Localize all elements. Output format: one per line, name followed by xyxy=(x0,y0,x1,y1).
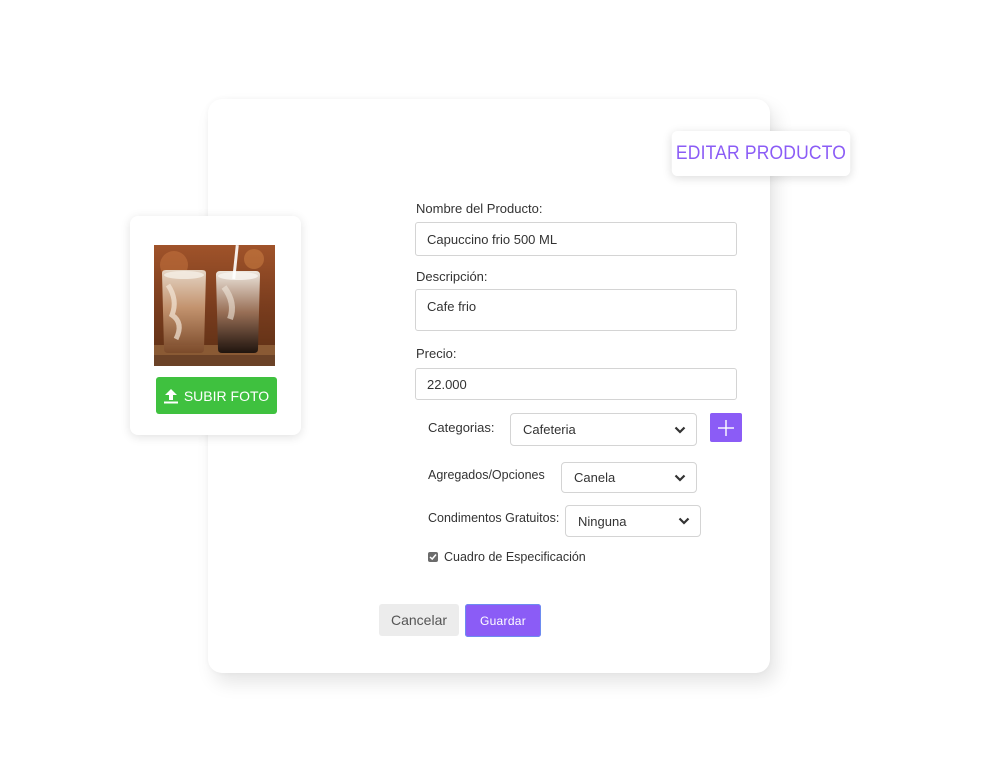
upload-arrow-icon xyxy=(163,388,178,403)
description-text: Cafe frio xyxy=(427,299,477,314)
spec-box-label: Cuadro de Especificación xyxy=(444,550,586,564)
chevron-down-icon xyxy=(674,426,686,434)
condiments-selected: Ninguna xyxy=(578,513,627,529)
description-label: Descripción: xyxy=(416,269,488,284)
save-label: Guardar xyxy=(479,613,527,628)
spec-box-row[interactable]: Cuadro de Especificación xyxy=(428,550,586,564)
upload-photo-label: SUBIR FOTO xyxy=(183,387,270,404)
product-name-input[interactable] xyxy=(415,222,737,256)
description-textarea[interactable]: Cafe frio xyxy=(415,289,737,331)
categories-label: Categorias: xyxy=(428,420,495,435)
addons-select[interactable]: Canela xyxy=(561,462,697,493)
cancel-label: Cancelar xyxy=(390,612,448,628)
categories-selected: Cafeteria xyxy=(523,422,576,437)
add-category-button[interactable] xyxy=(710,413,742,442)
chevron-down-icon xyxy=(674,474,686,482)
chevron-down-icon xyxy=(678,517,690,525)
plus-icon xyxy=(718,419,734,436)
product-photo-image xyxy=(154,245,275,366)
condiments-select[interactable]: Ninguna xyxy=(565,505,701,537)
price-label: Precio: xyxy=(416,346,457,361)
spec-box-checkbox[interactable] xyxy=(428,552,438,562)
price-input[interactable] xyxy=(415,368,737,400)
condiments-label: Condimentos Gratuitos: xyxy=(428,511,560,525)
page-title: EDITAR PRODUCTO xyxy=(671,131,851,176)
product-name-label: Nombre del Producto: xyxy=(416,201,543,216)
categories-select[interactable]: Cafeteria xyxy=(510,413,697,446)
page-title-text: EDITAR PRODUCTO xyxy=(675,142,847,164)
addons-selected: Canela xyxy=(574,470,616,485)
photo-card: SUBIR FOTO xyxy=(130,216,301,435)
upload-photo-button[interactable]: SUBIR FOTO xyxy=(156,377,277,414)
product-photo xyxy=(154,245,275,366)
save-button[interactable]: Guardar xyxy=(465,604,541,637)
check-icon xyxy=(429,554,437,561)
cancel-button[interactable]: Cancelar xyxy=(379,604,459,636)
addons-label: Agregados/Opciones xyxy=(428,468,545,482)
